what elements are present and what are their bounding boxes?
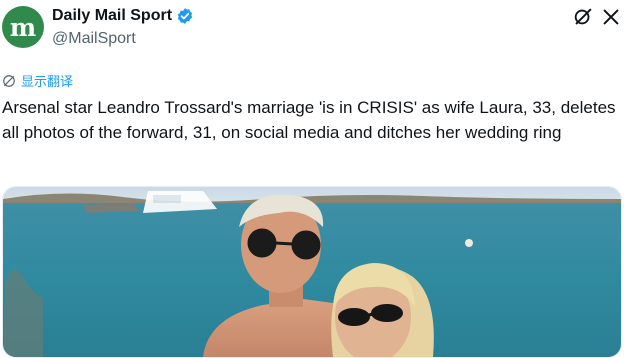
verified-badge-icon <box>177 8 193 24</box>
tweet-text: Arsenal star Leandro Trossard's marriage… <box>2 98 616 142</box>
tweet-header: m Daily Mail Sport @MailSport <box>0 0 624 62</box>
photo-scene <box>3 187 621 357</box>
more-icon[interactable] <box>600 6 622 28</box>
globe-icon <box>3 74 15 87</box>
display-name-text: Daily Mail Sport <box>52 7 173 24</box>
show-translation-label: 显示翻译 <box>21 74 74 89</box>
user-handle[interactable]: @MailSport <box>52 30 136 48</box>
tweet-photo[interactable] <box>2 186 622 358</box>
avatar[interactable]: m <box>2 6 44 48</box>
display-name[interactable]: Daily Mail Sport <box>52 7 194 25</box>
grok-icon[interactable] <box>572 6 594 28</box>
show-translation-link[interactable]: 显示翻译 <box>2 71 73 90</box>
